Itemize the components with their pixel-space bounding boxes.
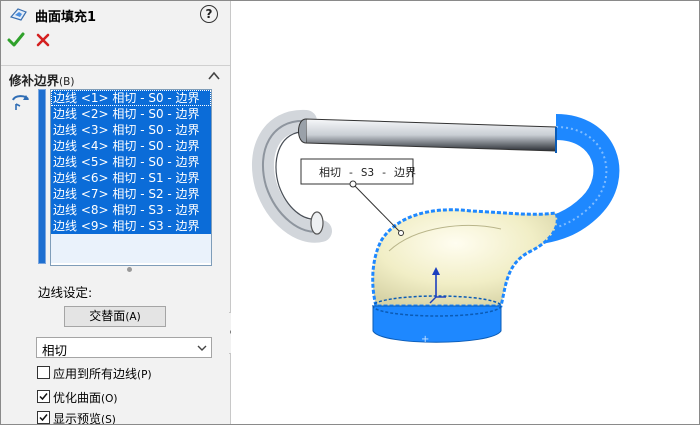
- top-tube[interactable]: [298, 118, 557, 152]
- list-item[interactable]: 边线 <7> 相切 - S2 - 边界: [51, 186, 211, 202]
- list-item[interactable]: 边线 <8> 相切 - S3 - 边界: [51, 202, 211, 218]
- continuity-dropdown[interactable]: 相切: [36, 337, 212, 358]
- cancel-button[interactable]: [34, 31, 52, 49]
- chevron-down-icon: [197, 345, 207, 351]
- fill-patch-preview[interactable]: [371, 208, 559, 308]
- ok-button[interactable]: [7, 31, 25, 49]
- list-resize-handle[interactable]: [127, 267, 132, 272]
- property-manager: 曲面填充1 ? 修补边界(B) 边线 <1> 相切 - S0 - 边界 边线 <…: [1, 1, 231, 424]
- filled-surface-icon: [9, 8, 27, 21]
- list-item[interactable]: 边线 <9> 相切 - S3 - 边界: [51, 218, 211, 234]
- edge-settings-label: 边线设定:: [38, 285, 93, 300]
- list-item[interactable]: 边线 <2> 相切 - S0 - 边界: [51, 106, 211, 122]
- list-item[interactable]: 边线 <5> 相切 - S0 - 边界: [51, 154, 211, 170]
- chevron-up-icon[interactable]: [207, 69, 221, 83]
- alternate-face-button[interactable]: 交替面(A): [64, 306, 166, 327]
- selection-color-bar: [38, 89, 46, 264]
- flip-direction-icon[interactable]: [10, 92, 34, 112]
- list-item[interactable]: 边线 <6> 相切 - S1 - 边界: [51, 170, 211, 186]
- model-view[interactable]: + 相切 - S3 - 边界: [231, 1, 699, 424]
- patch-boundary-section-header[interactable]: 修补边界(B): [1, 65, 230, 88]
- section-shortcut: (B): [59, 76, 75, 88]
- title-bar: 曲面填充1 ?: [1, 1, 230, 27]
- apply-to-all-edges-checkbox[interactable]: [37, 366, 50, 379]
- list-item[interactable]: 边线 <1> 相切 - S0 - 边界: [51, 90, 211, 106]
- section-title: 修补边界: [9, 73, 60, 88]
- window-frame: 曲面填充1 ? 修补边界(B) 边线 <1> 相切 - S0 - 边界 边线 <…: [0, 0, 700, 425]
- continuity-value: 相切: [42, 343, 68, 358]
- list-empty-area[interactable]: [51, 234, 211, 263]
- list-item[interactable]: 边线 <4> 相切 - S0 - 边界: [51, 138, 211, 154]
- show-preview-checkbox[interactable]: [37, 411, 50, 424]
- help-button[interactable]: ?: [200, 5, 218, 23]
- svg-text:+: +: [421, 334, 429, 345]
- list-item[interactable]: 边线 <3> 相切 - S0 - 边界: [51, 122, 211, 138]
- feature-title: 曲面填充1: [35, 10, 97, 25]
- checkmark-icon: [39, 393, 48, 401]
- optimize-surface-checkbox[interactable]: [37, 390, 50, 403]
- graphics-viewport[interactable]: + 相切 - S3 - 边界: [231, 1, 699, 424]
- checkmark-icon: [39, 414, 48, 422]
- edge-selection-list[interactable]: 边线 <1> 相切 - S0 - 边界 边线 <2> 相切 - S0 - 边界 …: [50, 89, 212, 266]
- callout-label: 相切 - S3 - 边界: [319, 166, 416, 179]
